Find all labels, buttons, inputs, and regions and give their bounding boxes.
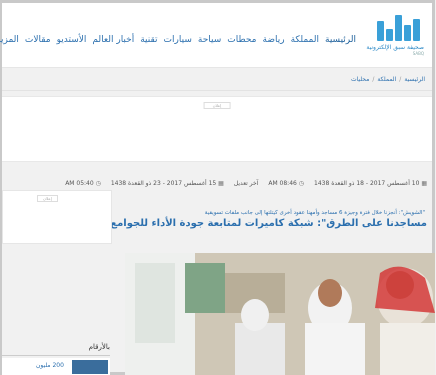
numbers-value: 200 مليون <box>37 362 65 369</box>
main-nav: الرئيسية المملكة رياضة محطات سياحة سيارا… <box>0 35 357 45</box>
breadcrumb-kingdom[interactable]: المملكة <box>378 76 397 83</box>
nav-stations[interactable]: محطات <box>228 35 257 45</box>
clock-icon: ◷ <box>299 180 306 187</box>
breadcrumb: الرئيسية/المملكة/محليات <box>351 76 426 83</box>
clock-icon: ◷ <box>96 180 102 187</box>
site-logo[interactable]: صحيفة سبق الإلكترونية SABQ <box>365 13 425 63</box>
nav-tourism[interactable]: سياحة <box>199 35 222 45</box>
top-ad-banner[interactable]: إعلان <box>3 96 433 162</box>
breadcrumb-home[interactable]: الرئيسية <box>405 76 426 83</box>
numbers-item[interactable]: 200 مليون <box>3 358 111 375</box>
nav-tech[interactable]: تقنية <box>141 35 158 45</box>
nav-more[interactable]: المزيد <box>0 35 20 45</box>
nav-home[interactable]: الرئيسية <box>326 35 357 45</box>
breadcrumb-local[interactable]: محليات <box>352 76 370 83</box>
nav-world[interactable]: أخبار العالم <box>93 35 135 45</box>
photo-illustration <box>126 253 436 375</box>
ad-label: إعلان <box>204 102 232 109</box>
divider <box>3 90 433 91</box>
article-photo <box>126 253 436 375</box>
updated-date: ▦ 15 أغسطس 2017 - 23 ذو القعدة 1438 <box>111 180 225 187</box>
logo-subtext: SABQ <box>413 51 425 56</box>
numbers-thumbnail <box>73 360 109 374</box>
article-kicker: "الشويش": أنجزنا خلال فترة وجيزة 6 مساجد… <box>205 210 426 216</box>
numbers-section-title: بالأرقام <box>89 343 111 351</box>
calendar-icon: ▦ <box>219 180 225 187</box>
published-time: ◷ AM 08:46 <box>269 180 306 187</box>
sidebar-ad-label: إعلان <box>38 195 59 202</box>
nav-cars[interactable]: سيارات <box>165 35 193 45</box>
article-meta: ▦ 10 أغسطس 2017 - 18 ذو القعدة 1438 ◷ AM… <box>66 180 428 187</box>
site-header: صحيفة سبق الإلكترونية SABQ الرئيسية المم… <box>0 3 433 68</box>
nav-sports[interactable]: رياضة <box>264 35 286 45</box>
updated-label: آخر تعديل <box>234 180 260 187</box>
nav-articles[interactable]: مقالات <box>26 35 52 45</box>
published-date: ▦ 10 أغسطس 2017 - 18 ذو القعدة 1438 <box>315 180 428 187</box>
logo-bars-icon <box>371 13 421 41</box>
sidebar-ad[interactable]: إعلان <box>3 190 113 244</box>
calendar-icon: ▦ <box>422 180 428 187</box>
nav-kingdom[interactable]: المملكة <box>292 35 320 45</box>
divider <box>3 355 111 356</box>
nav-studio[interactable]: الأستديو <box>58 35 88 45</box>
logo-text: صحيفة سبق الإلكترونية <box>367 44 425 51</box>
updated-time: ◷ AM 05:40 <box>66 180 102 187</box>
